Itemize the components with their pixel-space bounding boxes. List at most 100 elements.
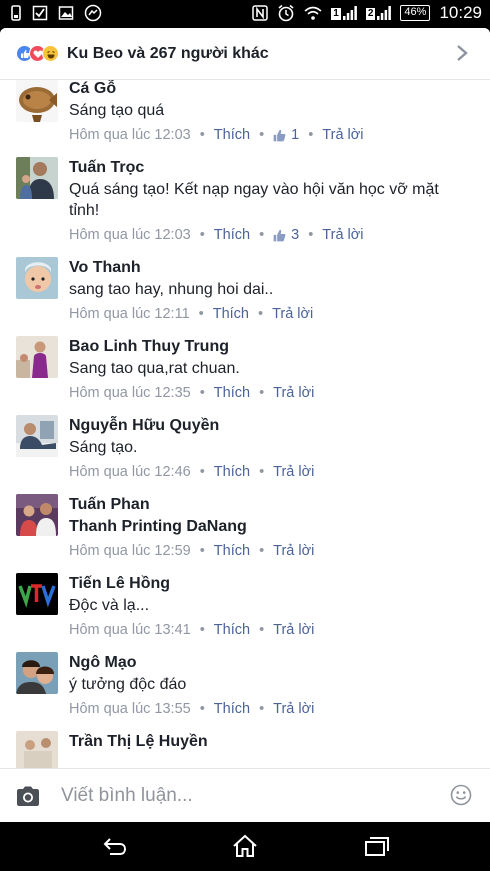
like-button[interactable]: Thích bbox=[214, 701, 250, 717]
phone-notification-icon bbox=[11, 5, 21, 21]
like-button[interactable]: Thích bbox=[214, 127, 250, 143]
reply-button[interactable]: Trả lời bbox=[273, 385, 314, 401]
comment-item: Tiến Lê Hồng Độc và lạ... Hôm qua lúc 13… bbox=[0, 573, 490, 639]
comment-author[interactable]: Cá Gỗ bbox=[69, 80, 490, 99]
thumbs-up-icon bbox=[273, 229, 286, 241]
avatar[interactable] bbox=[16, 415, 58, 457]
reply-button[interactable]: Trả lời bbox=[322, 127, 363, 143]
comment-meta: Hôm qua lúc 12:46 • Thích • Trả lời bbox=[69, 463, 490, 481]
comment-text: sang tao hay, nhung hoi dai.. bbox=[69, 281, 274, 298]
separator: • bbox=[198, 306, 204, 322]
like-button[interactable]: Thích bbox=[214, 464, 250, 480]
comment-meta: Hôm qua lúc 12:11 • Thích • Trả lời bbox=[69, 305, 490, 323]
comment-time: Hôm qua lúc 12:46 bbox=[69, 464, 191, 480]
battery-indicator: 46% bbox=[400, 5, 431, 21]
comment-meta: Hôm qua lúc 12:03 • Thích • 1 • Trả lời bbox=[69, 126, 490, 144]
comment-time: Hôm qua lúc 12:03 bbox=[69, 227, 191, 243]
reply-button[interactable]: Trả lời bbox=[322, 227, 363, 243]
comment-text: Sang tao qua,rat chuan. bbox=[69, 360, 240, 377]
checkbox-notification-icon bbox=[32, 5, 48, 21]
comment-item: Trần Thị Lệ Huyền bbox=[0, 731, 490, 768]
like-button[interactable]: Thích bbox=[214, 385, 250, 401]
signal-icon bbox=[377, 6, 392, 20]
comment-item: Vo Thanh sang tao hay, nhung hoi dai.. H… bbox=[0, 257, 490, 323]
reactions-summary: Ku Beo và 267 người khác bbox=[67, 44, 269, 62]
reply-button[interactable]: Trả lời bbox=[273, 543, 314, 559]
comment-author[interactable]: Tiến Lê Hồng bbox=[69, 573, 490, 594]
comment-input[interactable] bbox=[61, 784, 421, 807]
wifi-icon bbox=[304, 6, 322, 20]
comment-author[interactable]: Vo Thanh bbox=[69, 257, 490, 278]
avatar[interactable] bbox=[16, 336, 58, 378]
comment-time: Hôm qua lúc 12:59 bbox=[69, 543, 191, 559]
separator: • bbox=[199, 701, 205, 717]
avatar[interactable] bbox=[16, 652, 58, 694]
comment-author[interactable]: Tuấn Trọc bbox=[69, 157, 490, 178]
separator: • bbox=[259, 622, 265, 638]
comment-item: Nguyễn Hữu Quyền Sáng tạo. Hôm qua lúc 1… bbox=[0, 415, 490, 481]
comment-text: Sáng tạo. bbox=[69, 439, 138, 456]
recent-apps-icon[interactable] bbox=[362, 834, 392, 858]
comment-text: Quá sáng tạo! Kết nạp ngay vào hội văn h… bbox=[69, 181, 439, 219]
comment-author[interactable]: Nguyễn Hữu Quyền bbox=[69, 415, 490, 436]
comment-author[interactable]: Bao Linh Thuy Trung bbox=[69, 336, 490, 357]
comment-meta: Hôm qua lúc 12:03 • Thích • 3 • Trả lời bbox=[69, 226, 490, 244]
alarm-icon bbox=[278, 4, 294, 22]
emoji-icon[interactable] bbox=[450, 784, 472, 806]
avatar[interactable] bbox=[16, 573, 58, 615]
comment-item: Bao Linh Thuy Trung Sang tao qua,rat chu… bbox=[0, 336, 490, 402]
separator: • bbox=[259, 701, 265, 717]
image-notification-icon bbox=[58, 6, 74, 20]
avatar[interactable] bbox=[16, 80, 58, 122]
separator: • bbox=[199, 127, 205, 143]
avatar[interactable] bbox=[16, 157, 58, 199]
comment-meta: Hôm qua lúc 12:59 • Thích • Trả lời bbox=[69, 542, 490, 560]
separator: • bbox=[259, 127, 265, 143]
separator: • bbox=[308, 227, 314, 243]
like-count[interactable]: 1 bbox=[291, 127, 299, 143]
comment-list: Cá Gỗ Sáng tạo quá Hôm qua lúc 12:03 • T… bbox=[0, 80, 490, 768]
reply-button[interactable]: Trả lời bbox=[273, 464, 314, 480]
nfc-icon bbox=[252, 5, 269, 21]
separator: • bbox=[259, 227, 265, 243]
reply-button[interactable]: Trả lời bbox=[273, 622, 314, 638]
separator: • bbox=[259, 385, 265, 401]
separator: • bbox=[199, 227, 205, 243]
reply-button[interactable]: Trả lời bbox=[273, 701, 314, 717]
comment-author[interactable]: Ngô Mạo bbox=[69, 652, 490, 673]
comment-item: Cá Gỗ Sáng tạo quá Hôm qua lúc 12:03 • T… bbox=[0, 80, 490, 144]
separator: • bbox=[259, 464, 265, 480]
avatar[interactable] bbox=[16, 731, 58, 768]
sim2-signal: 2 bbox=[365, 6, 392, 20]
thumbs-up-icon bbox=[273, 129, 286, 141]
separator: • bbox=[199, 622, 205, 638]
messenger-notification-icon bbox=[84, 4, 102, 22]
sim1-label: 1 bbox=[331, 8, 341, 20]
sim1-signal: 1 bbox=[331, 6, 357, 20]
comment-author[interactable]: Trần Thị Lệ Huyền bbox=[69, 731, 490, 752]
comment-text: Độc và lạ... bbox=[69, 597, 150, 614]
separator: • bbox=[259, 543, 265, 559]
comment-meta: Hôm qua lúc 12:35 • Thích • Trả lời bbox=[69, 384, 490, 402]
like-button[interactable]: Thích bbox=[213, 306, 249, 322]
avatar[interactable] bbox=[16, 257, 58, 299]
like-button[interactable]: Thích bbox=[214, 543, 250, 559]
separator: • bbox=[257, 306, 264, 322]
like-count[interactable]: 3 bbox=[291, 227, 299, 243]
like-button[interactable]: Thích bbox=[214, 622, 250, 638]
home-icon[interactable] bbox=[230, 834, 260, 858]
separator: • bbox=[199, 385, 205, 401]
reactions-header[interactable]: Ku Beo và 267 người khác bbox=[0, 28, 490, 80]
comment-text: ý tưởng độc đáo bbox=[69, 676, 187, 693]
back-icon[interactable] bbox=[99, 834, 129, 858]
comment-author[interactable]: Tuấn Phan bbox=[69, 494, 490, 515]
chevron-right-icon[interactable] bbox=[452, 42, 472, 64]
comment-item: Tuấn Phan Thanh Printing DaNang Hôm qua … bbox=[0, 494, 490, 560]
avatar[interactable] bbox=[16, 494, 58, 536]
camera-icon[interactable] bbox=[15, 785, 41, 807]
comment-item: Ngô Mạo ý tưởng độc đáo Hôm qua lúc 13:5… bbox=[0, 652, 490, 718]
like-button[interactable]: Thích bbox=[214, 227, 250, 243]
reply-button[interactable]: Trả lời bbox=[272, 306, 313, 322]
reaction-icons bbox=[16, 45, 59, 62]
haha-icon bbox=[42, 45, 59, 62]
